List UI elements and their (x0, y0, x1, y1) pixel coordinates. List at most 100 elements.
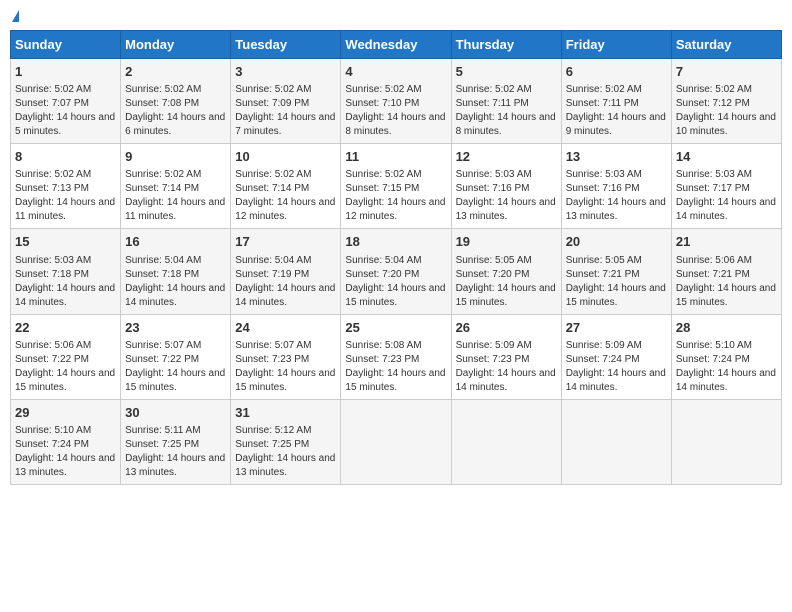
day-number: 7 (676, 63, 777, 81)
calendar-cell: 9 Sunrise: 5:02 AMSunset: 7:14 PMDaylight… (121, 144, 231, 229)
day-info: Sunrise: 5:11 AMSunset: 7:25 PMDaylight:… (125, 424, 226, 480)
day-number: 15 (15, 233, 116, 251)
calendar-cell (671, 399, 781, 484)
day-number: 20 (566, 233, 667, 251)
day-number: 2 (125, 63, 226, 81)
calendar-cell: 20 Sunrise: 5:05 AMSunset: 7:21 PMDayligh… (561, 229, 671, 314)
calendar-cell: 16 Sunrise: 5:04 AMSunset: 7:18 PMDayligh… (121, 229, 231, 314)
day-info: Sunrise: 5:02 AMSunset: 7:09 PMDaylight:… (235, 83, 336, 139)
calendar-cell: 21 Sunrise: 5:06 AMSunset: 7:21 PMDayligh… (671, 229, 781, 314)
calendar-table: SundayMondayTuesdayWednesdayThursdayFrid… (10, 30, 782, 485)
calendar-cell: 10 Sunrise: 5:02 AMSunset: 7:14 PMDayligh… (231, 144, 341, 229)
calendar-cell: 26 Sunrise: 5:09 AMSunset: 7:23 PMDayligh… (451, 314, 561, 399)
day-number: 24 (235, 319, 336, 337)
day-info: Sunrise: 5:03 AMSunset: 7:16 PMDaylight:… (566, 168, 667, 224)
header-thursday: Thursday (451, 31, 561, 59)
day-info: Sunrise: 5:04 AMSunset: 7:20 PMDaylight:… (345, 254, 446, 310)
day-number: 23 (125, 319, 226, 337)
day-number: 26 (456, 319, 557, 337)
calendar-cell: 15 Sunrise: 5:03 AMSunset: 7:18 PMDayligh… (11, 229, 121, 314)
calendar-cell: 19Sunrise: 5:05 AMSunset: 7:20 PMDayligh… (451, 229, 561, 314)
day-info: Sunrise: 5:09 AMSunset: 7:23 PMDaylight:… (456, 339, 557, 395)
day-info: Sunrise: 5:03 AMSunset: 7:18 PMDaylight:… (15, 254, 116, 310)
day-info: Sunrise: 5:09 AMSunset: 7:24 PMDaylight:… (566, 339, 667, 395)
header-sunday: Sunday (11, 31, 121, 59)
calendar-cell: 2 Sunrise: 5:02 AMSunset: 7:08 PMDaylight… (121, 59, 231, 144)
day-number: 31 (235, 404, 336, 422)
day-info: Sunrise: 5:06 AMSunset: 7:22 PMDaylight:… (15, 339, 116, 395)
day-number: 8 (15, 148, 116, 166)
day-info: Sunrise: 5:07 AMSunset: 7:23 PMDaylight:… (235, 339, 336, 395)
day-info: Sunrise: 5:06 AMSunset: 7:21 PMDaylight:… (676, 254, 777, 310)
day-info: Sunrise: 5:12 AMSunset: 7:25 PMDaylight:… (235, 424, 336, 480)
day-info: Sunrise: 5:02 AMSunset: 7:11 PMDaylight:… (456, 83, 557, 139)
day-info: Sunrise: 5:02 AMSunset: 7:12 PMDaylight:… (676, 83, 777, 139)
day-info: Sunrise: 5:02 AMSunset: 7:10 PMDaylight:… (345, 83, 446, 139)
day-number: 14 (676, 148, 777, 166)
logo-icon (12, 10, 19, 22)
day-number: 5 (456, 63, 557, 81)
calendar-cell: 18 Sunrise: 5:04 AMSunset: 7:20 PMDayligh… (341, 229, 451, 314)
calendar-week-3: 15 Sunrise: 5:03 AMSunset: 7:18 PMDayligh… (11, 229, 782, 314)
day-info: Sunrise: 5:05 AMSunset: 7:20 PMDaylight:… (456, 254, 557, 310)
calendar-week-2: 8 Sunrise: 5:02 AMSunset: 7:13 PMDaylight… (11, 144, 782, 229)
day-info: Sunrise: 5:05 AMSunset: 7:21 PMDaylight:… (566, 254, 667, 310)
day-info: Sunrise: 5:02 AMSunset: 7:14 PMDaylight:… (125, 168, 226, 224)
day-number: 28 (676, 319, 777, 337)
day-info: Sunrise: 5:02 AMSunset: 7:13 PMDaylight:… (15, 168, 116, 224)
day-info: Sunrise: 5:10 AMSunset: 7:24 PMDaylight:… (15, 424, 116, 480)
calendar-cell: 4 Sunrise: 5:02 AMSunset: 7:10 PMDaylight… (341, 59, 451, 144)
calendar-cell: 12Sunrise: 5:03 AMSunset: 7:16 PMDayligh… (451, 144, 561, 229)
header-friday: Friday (561, 31, 671, 59)
calendar-cell: 30 Sunrise: 5:11 AMSunset: 7:25 PMDayligh… (121, 399, 231, 484)
day-number: 16 (125, 233, 226, 251)
day-number: 27 (566, 319, 667, 337)
day-info: Sunrise: 5:02 AMSunset: 7:14 PMDaylight:… (235, 168, 336, 224)
calendar-week-5: 29 Sunrise: 5:10 AMSunset: 7:24 PMDayligh… (11, 399, 782, 484)
day-info: Sunrise: 5:02 AMSunset: 7:07 PMDaylight:… (15, 83, 116, 139)
calendar-cell: 5 Sunrise: 5:02 AMSunset: 7:11 PMDaylight… (451, 59, 561, 144)
day-number: 21 (676, 233, 777, 251)
day-number: 29 (15, 404, 116, 422)
calendar-cell (561, 399, 671, 484)
day-info: Sunrise: 5:07 AMSunset: 7:22 PMDaylight:… (125, 339, 226, 395)
day-number: 3 (235, 63, 336, 81)
day-info: Sunrise: 5:08 AMSunset: 7:23 PMDaylight:… (345, 339, 446, 395)
calendar-cell: 13 Sunrise: 5:03 AMSunset: 7:16 PMDayligh… (561, 144, 671, 229)
page-header (10, 10, 782, 22)
header-wednesday: Wednesday (341, 31, 451, 59)
day-info: Sunrise: 5:02 AMSunset: 7:15 PMDaylight:… (345, 168, 446, 224)
day-info: Sunrise: 5:10 AMSunset: 7:24 PMDaylight:… (676, 339, 777, 395)
calendar-week-1: 1Sunrise: 5:02 AMSunset: 7:07 PMDaylight… (11, 59, 782, 144)
calendar-cell (341, 399, 451, 484)
day-number: 22 (15, 319, 116, 337)
day-info: Sunrise: 5:04 AMSunset: 7:18 PMDaylight:… (125, 254, 226, 310)
day-info: Sunrise: 5:02 AMSunset: 7:08 PMDaylight:… (125, 83, 226, 139)
calendar-cell: 8 Sunrise: 5:02 AMSunset: 7:13 PMDaylight… (11, 144, 121, 229)
logo (10, 10, 19, 22)
day-number: 25 (345, 319, 446, 337)
calendar-cell: 27 Sunrise: 5:09 AMSunset: 7:24 PMDayligh… (561, 314, 671, 399)
calendar-cell (451, 399, 561, 484)
calendar-cell: 14Sunrise: 5:03 AMSunset: 7:17 PMDayligh… (671, 144, 781, 229)
day-number: 30 (125, 404, 226, 422)
calendar-cell: 29 Sunrise: 5:10 AMSunset: 7:24 PMDayligh… (11, 399, 121, 484)
day-number: 9 (125, 148, 226, 166)
header-tuesday: Tuesday (231, 31, 341, 59)
calendar-week-4: 22 Sunrise: 5:06 AMSunset: 7:22 PMDayligh… (11, 314, 782, 399)
calendar-cell: 11Sunrise: 5:02 AMSunset: 7:15 PMDayligh… (341, 144, 451, 229)
day-number: 13 (566, 148, 667, 166)
calendar-cell: 22 Sunrise: 5:06 AMSunset: 7:22 PMDayligh… (11, 314, 121, 399)
calendar-cell: 28 Sunrise: 5:10 AMSunset: 7:24 PMDayligh… (671, 314, 781, 399)
day-number: 4 (345, 63, 446, 81)
calendar-cell: 25 Sunrise: 5:08 AMSunset: 7:23 PMDayligh… (341, 314, 451, 399)
day-info: Sunrise: 5:04 AMSunset: 7:19 PMDaylight:… (235, 254, 336, 310)
day-number: 18 (345, 233, 446, 251)
calendar-cell: 1Sunrise: 5:02 AMSunset: 7:07 PMDaylight… (11, 59, 121, 144)
calendar-cell: 17Sunrise: 5:04 AMSunset: 7:19 PMDayligh… (231, 229, 341, 314)
calendar-cell: 3 Sunrise: 5:02 AMSunset: 7:09 PMDaylight… (231, 59, 341, 144)
calendar-cell: 6Sunrise: 5:02 AMSunset: 7:11 PMDaylight… (561, 59, 671, 144)
header-monday: Monday (121, 31, 231, 59)
day-number: 10 (235, 148, 336, 166)
calendar-cell: 23 Sunrise: 5:07 AMSunset: 7:22 PMDayligh… (121, 314, 231, 399)
